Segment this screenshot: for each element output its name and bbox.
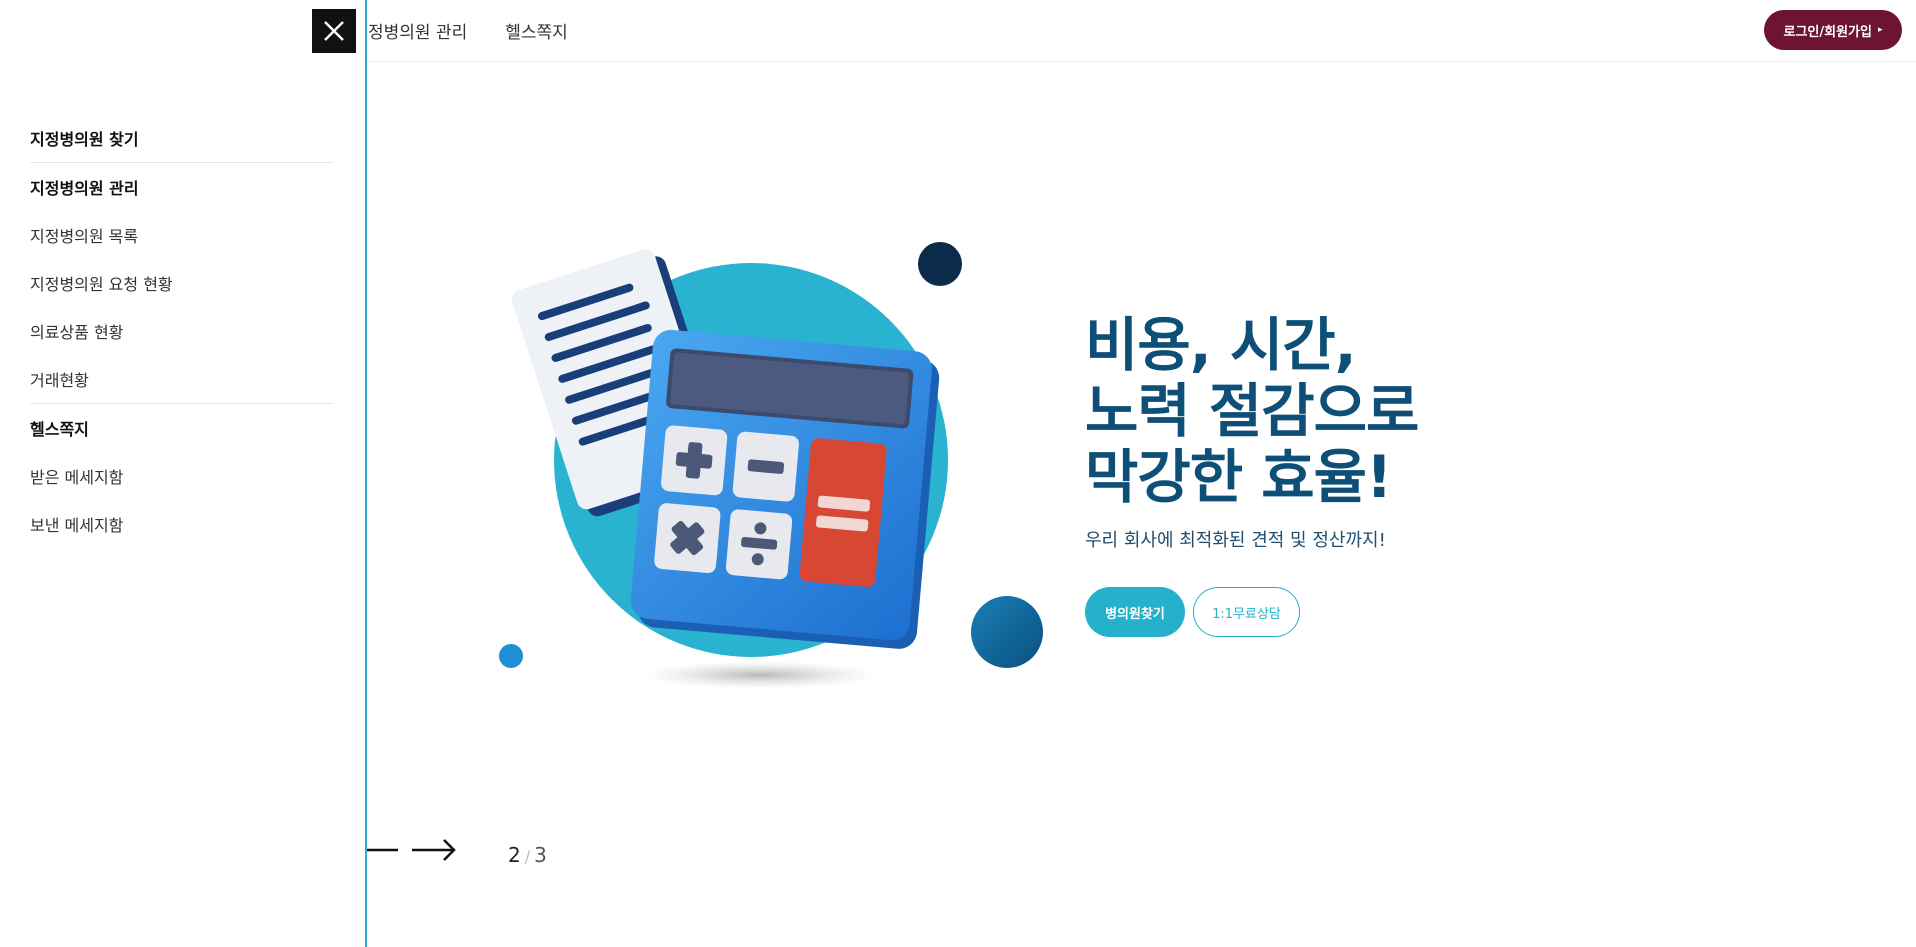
hero-title: 비용, 시간, 노력 절감으로 막강한 효율! (1085, 311, 1419, 511)
menu-item-inbox[interactable]: 받은 메세지함 (30, 452, 334, 500)
find-hospital-button[interactable]: 병의원찾기 (1085, 587, 1185, 637)
top-nav: 정병의원 관리 헬스쪽지 (368, 0, 568, 60)
menu-group-find-hospital[interactable]: 지정병의원 찾기 (30, 114, 334, 162)
pager-separator: / (524, 847, 531, 866)
caret-right-icon: ▸ (1877, 25, 1883, 35)
hero-title-line: 노력 절감으로 (1085, 377, 1419, 445)
hero-subtitle: 우리 회사에 최적화된 견적 및 정산까지! (1085, 530, 1386, 551)
pager-current: 2 (508, 843, 521, 867)
menu-item-request-status[interactable]: 지정병의원 요청 현황 (30, 259, 334, 307)
login-signup-label: 로그인/회원가입 (1783, 24, 1872, 40)
menu-item-hospital-list[interactable]: 지정병의원 목록 (30, 211, 334, 259)
hero-text: 비용, 시간, 노력 절감으로 막강한 효율! 우리 회사에 최적화된 견적 및… (1085, 311, 1419, 552)
hero-buttons: 병의원찾기 1:1무료상담 (1085, 587, 1300, 637)
close-icon (324, 21, 344, 41)
menu-item-transactions[interactable]: 거래현황 (30, 355, 334, 403)
pager-total: 3 (534, 843, 547, 867)
hero-title-line: 비용, 시간, (1085, 311, 1357, 379)
calculator-illustration (499, 242, 1043, 689)
menu-item-product-status[interactable]: 의료상품 현황 (30, 307, 334, 355)
menu-group-health-note[interactable]: 헬스쪽지 (30, 404, 334, 452)
login-signup-button[interactable]: 로그인/회원가입 ▸ (1764, 10, 1902, 50)
menu-item-sent[interactable]: 보낸 메세지함 (30, 500, 334, 548)
free-consult-button[interactable]: 1:1무료상담 (1193, 587, 1300, 637)
hero-title-line: 막강한 효율! (1085, 443, 1392, 511)
close-button[interactable] (312, 9, 356, 53)
arrow-right-icon[interactable] (410, 838, 458, 862)
side-drawer: 지정병의원 찾기 지정병의원 관리 지정병의원 목록 지정병의원 요청 현황 의… (0, 0, 367, 947)
menu-group-hospital-manage[interactable]: 지정병의원 관리 (30, 163, 334, 211)
drawer-menu: 지정병의원 찾기 지정병의원 관리 지정병의원 목록 지정병의원 요청 현황 의… (30, 114, 334, 548)
top-nav-item-health-note[interactable]: 헬스쪽지 (505, 18, 568, 43)
top-nav-item-hospital-manage[interactable]: 정병의원 관리 (368, 18, 467, 43)
slide-pager: 2/3 (508, 843, 547, 867)
